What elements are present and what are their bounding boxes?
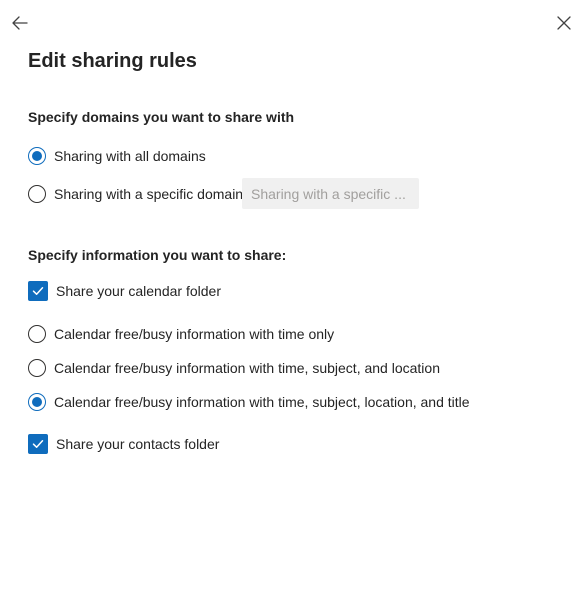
checkmark-icon: [32, 287, 44, 295]
radio-time-only-label: Calendar free/busy information with time…: [54, 326, 335, 342]
checkbox-contacts-folder[interactable]: Share your contacts folder: [28, 434, 219, 454]
radio-specific-domain-label: Sharing with a specific domain: [54, 186, 244, 202]
checkbox-calendar-folder[interactable]: Share your calendar folder: [28, 281, 221, 301]
specific-domain-input[interactable]: [242, 178, 419, 209]
close-button[interactable]: [552, 11, 576, 35]
radio-time-subject-location-title-label: Calendar free/busy information with time…: [54, 394, 470, 410]
domains-section-label: Specify domains you want to share with: [28, 109, 295, 125]
radio-specific-domain[interactable]: Sharing with a specific domain: [28, 185, 243, 203]
radio-all-domains[interactable]: Sharing with all domains: [28, 147, 206, 165]
radio-all-domains-label: Sharing with all domains: [54, 148, 206, 164]
radio-time-subject-location[interactable]: Calendar free/busy information with time…: [28, 359, 440, 377]
arrow-left-icon: [12, 16, 28, 30]
back-button[interactable]: [8, 11, 32, 35]
checkbox-contacts-folder-label: Share your contacts folder: [56, 436, 220, 452]
info-section-label: Specify information you want to share:: [28, 247, 287, 263]
radio-time-subject-location-title-control[interactable]: [28, 393, 46, 411]
radio-specific-domain-control[interactable]: [28, 185, 46, 203]
checkbox-calendar-folder-control[interactable]: [28, 281, 48, 301]
checkmark-icon: [32, 440, 44, 448]
close-icon: [557, 16, 571, 30]
radio-time-only-control[interactable]: [28, 325, 46, 343]
radio-time-subject-location-title[interactable]: Calendar free/busy information with time…: [28, 393, 470, 411]
radio-time-subject-location-control[interactable]: [28, 359, 46, 377]
radio-time-only[interactable]: Calendar free/busy information with time…: [28, 325, 334, 343]
radio-time-subject-location-label: Calendar free/busy information with time…: [54, 360, 440, 376]
checkbox-contacts-folder-control[interactable]: [28, 434, 48, 454]
page-title: Edit sharing rules: [28, 50, 197, 72]
radio-all-domains-control[interactable]: [28, 147, 46, 165]
checkbox-calendar-folder-label: Share your calendar folder: [56, 283, 221, 299]
